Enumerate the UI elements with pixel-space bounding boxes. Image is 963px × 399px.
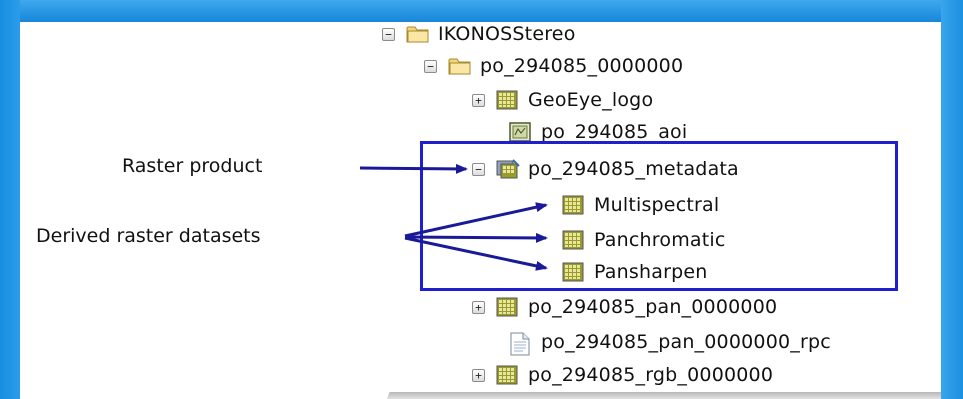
arrow-to-panchromatic — [404, 232, 548, 243]
arrow-to-multispectral — [404, 202, 548, 238]
arrow-to-raster-product — [359, 163, 468, 174]
callout-arrows — [359, 163, 548, 271]
arrow-to-pansharpen — [404, 236, 548, 271]
